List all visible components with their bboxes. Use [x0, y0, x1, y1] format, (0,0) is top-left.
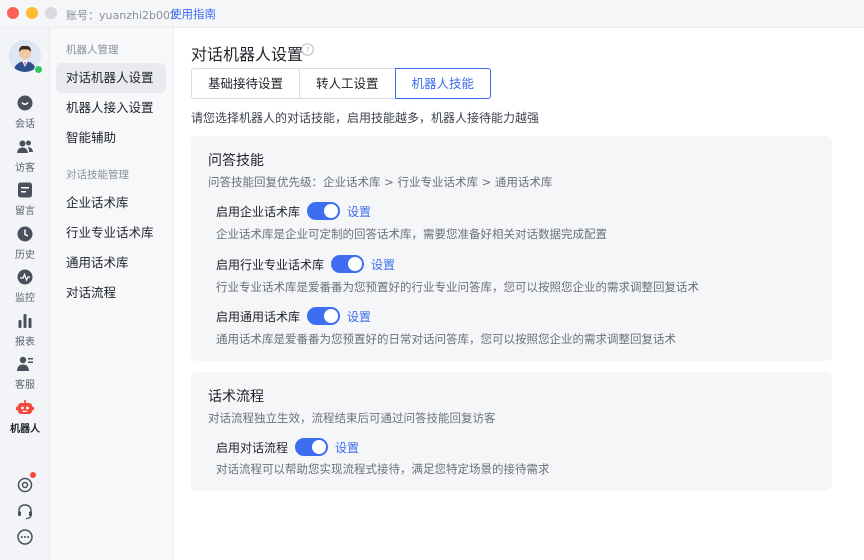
nav-agents-label: 客服 [15, 380, 35, 391]
monitor-icon [17, 269, 33, 285]
tab-robot-skills[interactable]: 机器人技能 [394, 68, 492, 99]
title-bar: 账号：yuanzhi2b002 使用指南 [0, 0, 864, 28]
nav-visitors[interactable]: 访客 [0, 138, 50, 174]
settings-icon[interactable] [16, 476, 34, 494]
chat-icon [17, 95, 33, 111]
main-nav-rail: 会话 访客 留言 历史 监控 报表 客服 机器人 [0, 28, 50, 560]
help-icon[interactable]: ? [301, 43, 314, 56]
nav-reports-label: 报表 [15, 337, 35, 348]
nav-chat[interactable]: 会话 [0, 94, 50, 130]
dialog-flow-settings-link[interactable]: 设置 [335, 439, 359, 456]
tab-basic-reception[interactable]: 基础接待设置 [191, 68, 301, 99]
dialog-flow-toggle[interactable] [295, 438, 329, 456]
enterprise-library-desc: 企业话术库是企业可定制的回答话术库，需要您准备好相关对话数据完成配置 [216, 227, 607, 241]
industry-library-toggle[interactable] [331, 255, 365, 273]
skills-intro-text: 请您选择机器人的对话技能，启用技能越多，机器人接待能力越强 [191, 111, 540, 125]
dialog-flow-card: 话术流程 对话流程独立生效，流程结束后可通过问答技能回复访客 启用对话流程 设置… [191, 372, 832, 491]
maximize-window-button[interactable] [45, 7, 57, 19]
enterprise-library-settings-link[interactable]: 设置 [347, 203, 371, 220]
industry-library-row: 启用行业专业话术库 设置 [216, 255, 395, 273]
account-label: 账号：yuanzhi2b002 [66, 9, 177, 22]
dialog-flow-row: 启用对话流程 设置 [216, 438, 359, 456]
dialog-flow-desc: 对话流程可以帮助您实现流程式接待，满足您特定场景的接待需求 [216, 462, 550, 476]
industry-library-label: 启用行业专业话术库 [216, 257, 325, 272]
enterprise-library-toggle[interactable] [307, 202, 341, 220]
nav-messages[interactable]: 留言 [0, 181, 50, 217]
nav-reports[interactable]: 报表 [0, 312, 50, 348]
main-content: 对话机器人设置 ? 基础接待设置 转人工设置 机器人技能 请您选择机器人的对话技… [174, 28, 864, 560]
agent-icon [17, 356, 33, 371]
svg-text:?: ? [305, 45, 309, 54]
enterprise-library-row: 启用企业话术库 设置 [216, 202, 371, 220]
industry-library-settings-link[interactable]: 设置 [371, 256, 395, 273]
subnav-item-enterprise-library[interactable]: 企业话术库 [56, 188, 166, 218]
report-icon [18, 314, 32, 328]
tab-transfer-to-human[interactable]: 转人工设置 [299, 68, 396, 99]
user-guide-link[interactable]: 使用指南 [170, 6, 216, 22]
dialog-flow-subtitle: 对话流程独立生效，流程结束后可通过问答技能回复访客 [208, 411, 496, 425]
general-library-settings-link[interactable]: 设置 [347, 308, 371, 325]
robot-subnav: 机器人管理 对话机器人设置 机器人接入设置 智能辅助 对话技能管理 企业话术库 … [50, 28, 174, 560]
nav-robot[interactable]: 机器人 [0, 399, 50, 435]
nav-monitor-label: 监控 [15, 293, 35, 304]
qa-skills-title: 问答技能 [208, 153, 264, 169]
qa-priority-text: 问答技能回复优先级：企业话术库 > 行业专业话术库 > 通用话术库 [208, 175, 553, 189]
general-library-label: 启用通用话术库 [216, 309, 301, 324]
subnav-item-robot-settings[interactable]: 对话机器人设置 [56, 63, 166, 93]
more-icon[interactable] [16, 528, 34, 546]
general-library-desc: 通用话术库是爱番番为您预置好的日常对话问答库，您可以按照您企业的需求调整回复话术 [216, 332, 676, 346]
subnav-item-dialog-flow[interactable]: 对话流程 [56, 278, 166, 308]
nav-messages-label: 留言 [15, 206, 35, 217]
dialog-flow-label: 启用对话流程 [216, 440, 289, 455]
page-title: 对话机器人设置 [191, 45, 304, 64]
close-window-button[interactable] [7, 7, 19, 19]
nav-history-label: 历史 [15, 250, 35, 261]
robot-icon [16, 400, 34, 414]
visitors-icon [17, 140, 33, 153]
general-library-row: 启用通用话术库 设置 [216, 307, 371, 325]
subnav-item-general-library[interactable]: 通用话术库 [56, 248, 166, 278]
nav-robot-label: 机器人 [10, 424, 40, 435]
nav-chat-label: 会话 [15, 119, 35, 130]
subnav-group-robot-management: 机器人管理 [66, 44, 119, 56]
nav-history[interactable]: 历史 [0, 225, 50, 261]
subnav-group-skill-management: 对话技能管理 [66, 169, 129, 181]
subnav-item-smart-assist[interactable]: 智能辅助 [56, 123, 166, 153]
notification-dot [30, 472, 36, 478]
dialog-flow-title: 话术流程 [208, 389, 264, 405]
history-icon [17, 226, 33, 242]
nav-visitors-label: 访客 [15, 163, 35, 174]
enterprise-library-label: 启用企业话术库 [216, 204, 301, 219]
settings-tabs: 基础接待设置 转人工设置 机器人技能 [191, 68, 492, 99]
nav-agents[interactable]: 客服 [0, 355, 50, 391]
message-icon [18, 182, 32, 198]
headset-icon[interactable] [16, 502, 34, 520]
online-status-dot [34, 65, 43, 74]
industry-library-desc: 行业专业话术库是爱番番为您预置好的行业专业问答库，您可以按照您企业的需求调整回复… [216, 280, 699, 294]
minimize-window-button[interactable] [26, 7, 38, 19]
subnav-item-robot-access[interactable]: 机器人接入设置 [56, 93, 166, 123]
qa-skills-card: 问答技能 问答技能回复优先级：企业话术库 > 行业专业话术库 > 通用话术库 启… [191, 136, 832, 361]
subnav-item-industry-library[interactable]: 行业专业话术库 [56, 218, 166, 248]
nav-monitor[interactable]: 监控 [0, 268, 50, 304]
general-library-toggle[interactable] [307, 307, 341, 325]
